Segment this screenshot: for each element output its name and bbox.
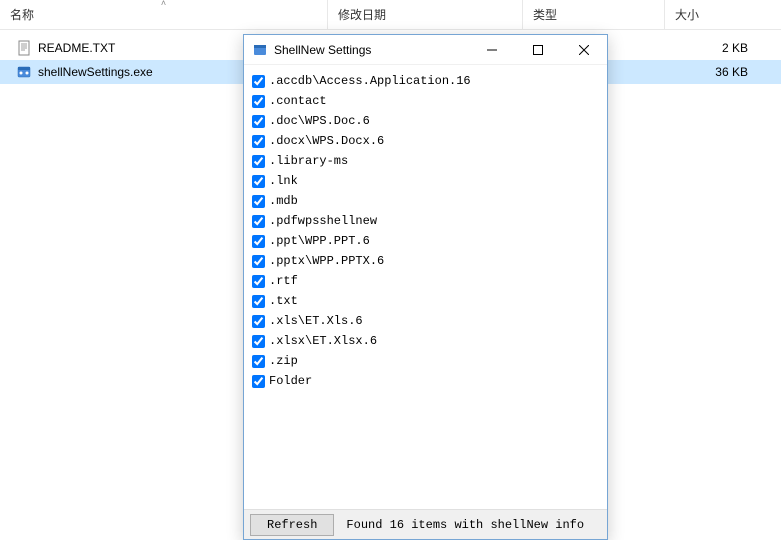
item-label: .zip [269, 354, 298, 368]
list-item[interactable]: .xlsx\ET.Xlsx.6 [252, 331, 607, 351]
item-checkbox[interactable] [252, 335, 265, 348]
checkbox-list: .accdb\Access.Application.16 .contact .doc… [244, 65, 607, 509]
list-item[interactable]: .lnk [252, 171, 607, 191]
status-text: Found 16 items with shellNew info [346, 518, 584, 532]
item-label: .mdb [269, 194, 298, 208]
item-checkbox[interactable] [252, 195, 265, 208]
titlebar[interactable]: ShellNew Settings [244, 35, 607, 65]
list-item[interactable]: .ppt\WPP.PPT.6 [252, 231, 607, 251]
item-label: .ppt\WPP.PPT.6 [269, 234, 370, 248]
column-header-row: 名称 ˄ 修改日期 类型 大小 [0, 0, 781, 30]
item-checkbox[interactable] [252, 115, 265, 128]
list-item[interactable]: .zip [252, 351, 607, 371]
item-checkbox[interactable] [252, 375, 265, 388]
close-button[interactable] [561, 35, 607, 64]
exe-file-icon [16, 64, 32, 80]
list-item[interactable]: .accdb\Access.Application.16 [252, 71, 607, 91]
item-checkbox[interactable] [252, 215, 265, 228]
item-label: .xls\ET.Xls.6 [269, 314, 363, 328]
app-icon [252, 42, 268, 58]
list-item[interactable]: .xls\ET.Xls.6 [252, 311, 607, 331]
text-file-icon [16, 40, 32, 56]
minimize-button[interactable] [469, 35, 515, 64]
shellnew-settings-window: ShellNew Settings .accdb\Access.Applicat… [243, 34, 608, 540]
list-item[interactable]: .contact [252, 91, 607, 111]
list-item[interactable]: .mdb [252, 191, 607, 211]
list-item[interactable]: .pdfwpsshellnew [252, 211, 607, 231]
item-checkbox[interactable] [252, 175, 265, 188]
list-item[interactable]: .txt [252, 291, 607, 311]
item-label: Folder [269, 374, 312, 388]
item-label: .pptx\WPP.PPTX.6 [269, 254, 384, 268]
column-header-date[interactable]: 修改日期 [327, 0, 522, 29]
column-header-size[interactable]: 大小 [664, 0, 781, 29]
item-label: .pdfwpsshellnew [269, 214, 377, 228]
item-label: .txt [269, 294, 298, 308]
list-item[interactable]: .doc\WPS.Doc.6 [252, 111, 607, 131]
column-header-name[interactable]: 名称 ˄ [0, 0, 327, 29]
item-label: .library-ms [269, 154, 348, 168]
refresh-button[interactable]: Refresh [250, 514, 334, 536]
column-label: 名称 [10, 8, 34, 22]
item-label: .xlsx\ET.Xlsx.6 [269, 334, 377, 348]
item-checkbox[interactable] [252, 355, 265, 368]
list-item[interactable]: Folder [252, 371, 607, 391]
item-label: .lnk [269, 174, 298, 188]
item-checkbox[interactable] [252, 135, 265, 148]
item-label: .doc\WPS.Doc.6 [269, 114, 370, 128]
item-checkbox[interactable] [252, 275, 265, 288]
item-checkbox[interactable] [252, 295, 265, 308]
list-item[interactable]: .pptx\WPP.PPTX.6 [252, 251, 607, 271]
window-title: ShellNew Settings [274, 43, 469, 57]
list-item[interactable]: .docx\WPS.Docx.6 [252, 131, 607, 151]
item-label: .contact [269, 94, 327, 108]
list-item[interactable]: .library-ms [252, 151, 607, 171]
item-checkbox[interactable] [252, 255, 265, 268]
sort-ascending-icon: ˄ [161, 0, 166, 8]
statusbar: Refresh Found 16 items with shellNew inf… [244, 509, 607, 539]
list-item[interactable]: .rtf [252, 271, 607, 291]
item-label: .rtf [269, 274, 298, 288]
item-label: .accdb\Access.Application.16 [269, 74, 471, 88]
file-size: 2 KB [664, 41, 764, 55]
item-checkbox[interactable] [252, 95, 265, 108]
window-controls [469, 35, 607, 64]
item-checkbox[interactable] [252, 75, 265, 88]
column-header-type[interactable]: 类型 [522, 0, 664, 29]
maximize-button[interactable] [515, 35, 561, 64]
item-checkbox[interactable] [252, 155, 265, 168]
item-label: .docx\WPS.Docx.6 [269, 134, 384, 148]
item-checkbox[interactable] [252, 315, 265, 328]
item-checkbox[interactable] [252, 235, 265, 248]
file-size: 36 KB [664, 65, 764, 79]
